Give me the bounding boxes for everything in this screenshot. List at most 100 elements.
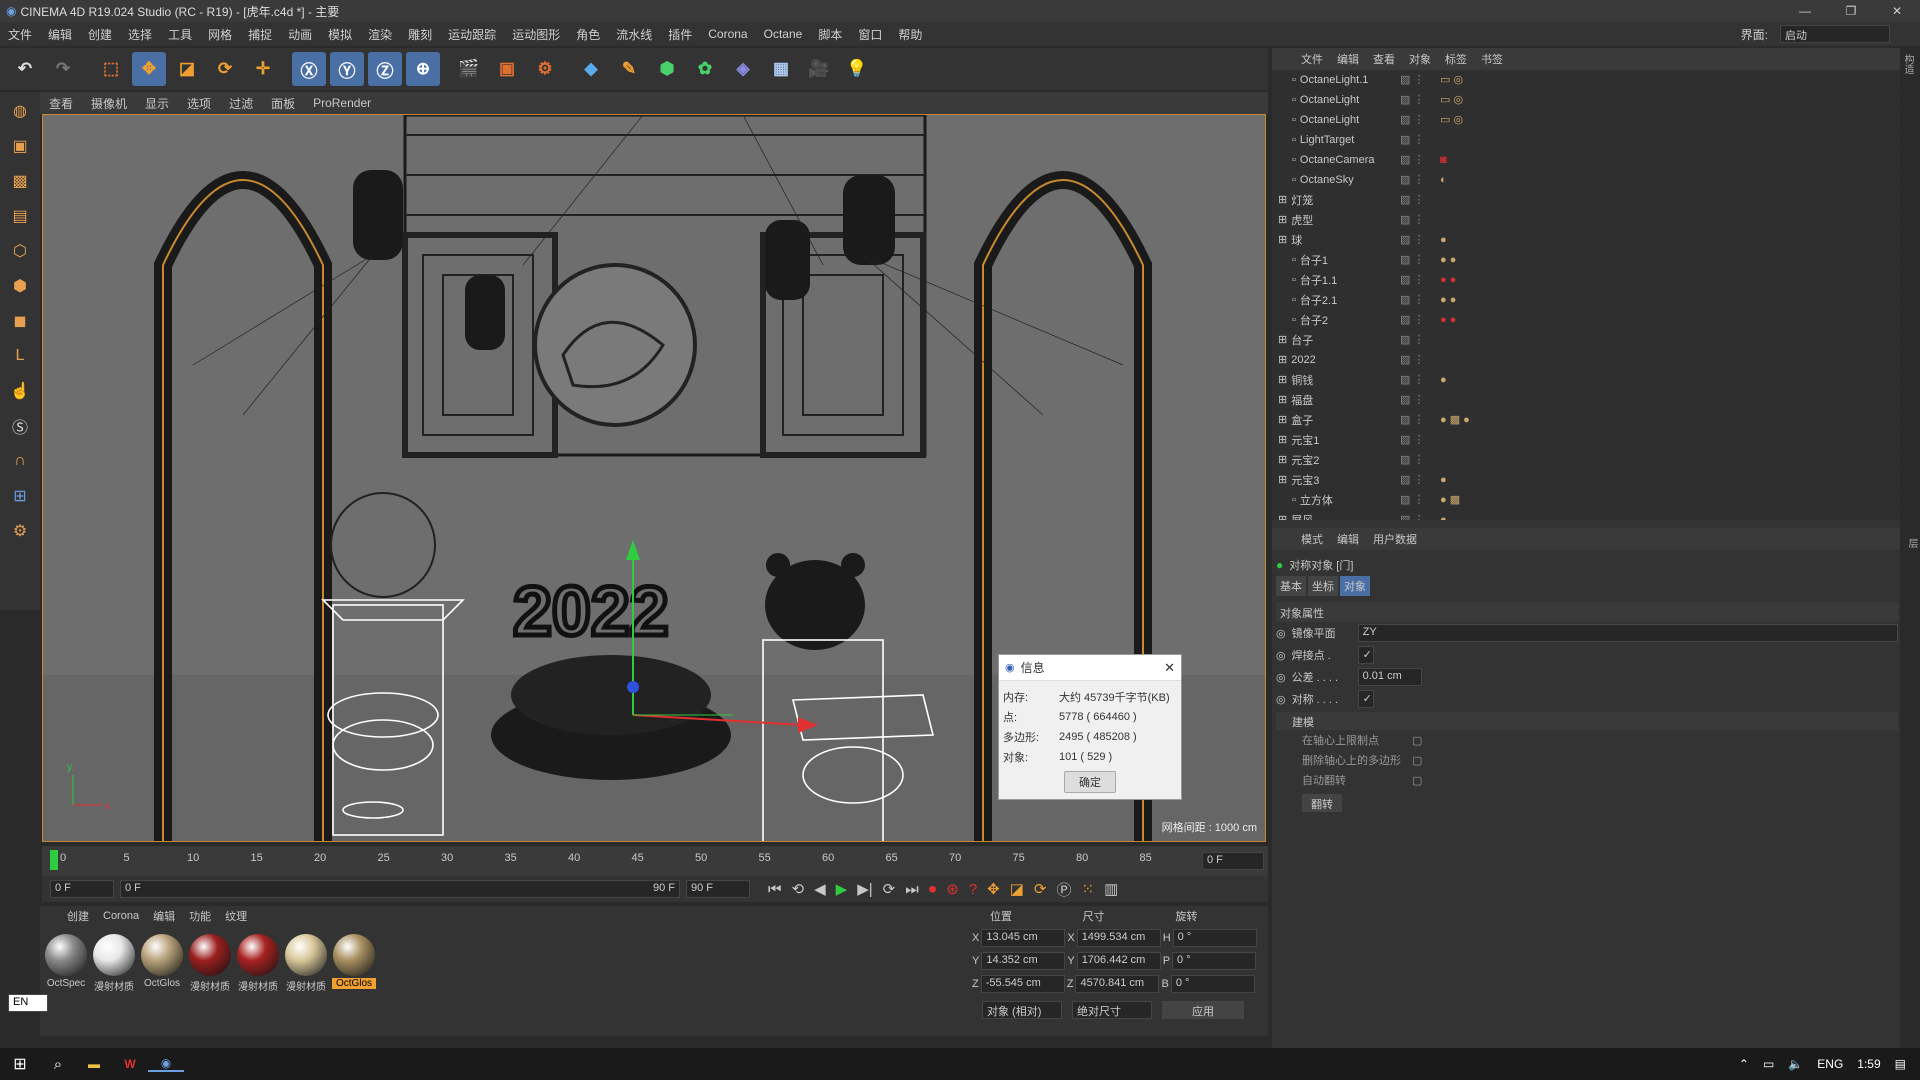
- tag-mat2-icon[interactable]: ● ●: [1440, 294, 1456, 306]
- tag-light-icon[interactable]: ▭ ◎: [1440, 113, 1463, 126]
- restore-button[interactable]: ❐: [1828, 4, 1874, 18]
- key-scale-icon[interactable]: ◪: [1010, 880, 1024, 898]
- tag-camera-icon[interactable]: ◙: [1440, 154, 1447, 166]
- object-menu-item[interactable]: 文件: [1294, 51, 1330, 67]
- side-tab[interactable]: 内容浏览器: [1915, 54, 1920, 104]
- object-row[interactable]: ⊞ 铜钱 ▧ ⋮ ●: [1272, 370, 1902, 390]
- attr-field-value[interactable]: ✓: [1357, 690, 1374, 708]
- light-icon[interactable]: 💡: [840, 52, 874, 86]
- visibility-toggle[interactable]: ▧ ⋮: [1400, 133, 1440, 146]
- object-menu-item[interactable]: 书签: [1474, 51, 1510, 67]
- key-rotate-icon[interactable]: ⟳: [1034, 880, 1047, 898]
- object-row[interactable]: ⊞ 2022 ▧ ⋮: [1272, 350, 1902, 370]
- tag-mat-icon[interactable]: ●: [1440, 474, 1447, 486]
- volume-icon[interactable]: 🔈: [1788, 1057, 1803, 1071]
- timeline-playhead[interactable]: [50, 850, 58, 870]
- viewport-menu-item[interactable]: ProRender: [304, 96, 380, 110]
- cloner-icon[interactable]: ✿: [688, 52, 722, 86]
- visibility-toggle[interactable]: ▧ ⋮: [1400, 233, 1440, 246]
- frame-range-slider[interactable]: 0 F 90 F: [120, 880, 680, 898]
- menu-item[interactable]: 选择: [120, 26, 160, 43]
- side-tab[interactable]: 构造: [1900, 54, 1915, 104]
- interface-select[interactable]: 启动: [1780, 25, 1890, 43]
- sculpt-icon[interactable]: ⚙: [3, 515, 37, 547]
- object-row[interactable]: ⊞ 盒子 ▧ ⋮ ● ▩ ●: [1272, 410, 1902, 430]
- material-swatch[interactable]: OctGlos: [140, 934, 184, 994]
- points-mode-icon[interactable]: ⬡: [3, 235, 37, 267]
- menu-item[interactable]: 捕捉: [240, 26, 280, 43]
- tag-light-icon[interactable]: ▭ ◎: [1440, 73, 1463, 86]
- key-param-icon[interactable]: Ⓟ: [1057, 879, 1072, 900]
- menu-item[interactable]: 工具: [160, 26, 200, 43]
- visibility-toggle[interactable]: ▧ ⋮: [1400, 213, 1440, 226]
- menu-item[interactable]: 运动跟踪: [440, 26, 504, 43]
- material-swatch[interactable]: 漫射材质: [92, 934, 136, 994]
- wps-icon[interactable]: W: [112, 1057, 148, 1071]
- minimize-button[interactable]: —: [1782, 4, 1828, 18]
- edges-mode-icon[interactable]: ⬢: [3, 270, 37, 302]
- polygons-mode-icon[interactable]: ◼: [3, 305, 37, 337]
- live-move-icon[interactable]: ✛: [246, 52, 280, 86]
- key-pla-icon[interactable]: ⁙: [1082, 880, 1095, 898]
- visibility-toggle[interactable]: ▧ ⋮: [1400, 473, 1440, 486]
- windows-start-icon[interactable]: ⊞: [0, 1054, 40, 1074]
- tag-mat2-icon[interactable]: ● ●: [1440, 254, 1456, 266]
- camera-icon[interactable]: 🎥: [802, 52, 836, 86]
- attr-checkbox[interactable]: ▢: [1412, 734, 1422, 747]
- viewport-menu-item[interactable]: 过滤: [220, 95, 262, 112]
- x-axis-icon[interactable]: Ⓧ: [292, 52, 326, 86]
- material-menu-item[interactable]: 纹理: [218, 908, 254, 924]
- material-swatch[interactable]: 漫射材质: [188, 934, 232, 994]
- coord-field[interactable]: 0 °: [1172, 928, 1257, 947]
- object-row[interactable]: ⊞ 虎型 ▧ ⋮: [1272, 210, 1902, 230]
- menu-item[interactable]: 脚本: [810, 26, 850, 43]
- visibility-toggle[interactable]: ▧ ⋮: [1400, 333, 1440, 346]
- network-icon[interactable]: ▭: [1763, 1057, 1774, 1071]
- render-settings-icon[interactable]: ⚙: [528, 52, 562, 86]
- tag-mat-icon[interactable]: ●: [1440, 374, 1447, 386]
- rotate-icon[interactable]: ⟳: [208, 52, 242, 86]
- model-mode-icon[interactable]: ▣: [3, 130, 37, 162]
- make-editable-icon[interactable]: ◍: [3, 95, 37, 127]
- coord-field[interactable]: 1499.534 cm: [1076, 928, 1161, 947]
- object-row[interactable]: ▫ 台子2 ▧ ⋮ ● ●: [1272, 310, 1902, 330]
- play-icon[interactable]: ▶: [836, 880, 848, 898]
- object-menu-item[interactable]: 编辑: [1330, 51, 1366, 67]
- viewport-menu-item[interactable]: 选项: [178, 95, 220, 112]
- visibility-toggle[interactable]: ▧ ⋮: [1400, 493, 1440, 506]
- ime-indicator[interactable]: EN: [8, 994, 48, 1012]
- auto-key-icon[interactable]: ⊛: [946, 880, 959, 898]
- object-row[interactable]: ⊞ 球 ▧ ⋮ ●: [1272, 230, 1902, 250]
- keyframe-help-icon[interactable]: ?: [969, 881, 977, 898]
- menu-item[interactable]: 角色: [568, 26, 608, 43]
- coord-field[interactable]: 4570.841 cm: [1075, 974, 1160, 993]
- coord-field[interactable]: 0 °: [1172, 951, 1257, 970]
- viewport-menu-item[interactable]: 查看: [40, 95, 82, 112]
- start-frame-field[interactable]: 0 F: [50, 880, 114, 898]
- object-row[interactable]: ▫ 台子1 ▧ ⋮ ● ●: [1272, 250, 1902, 270]
- object-menu-item[interactable]: 查看: [1366, 51, 1402, 67]
- coord-field[interactable]: 14.352 cm: [981, 951, 1066, 970]
- attr-radio-icon[interactable]: ◎: [1276, 627, 1286, 640]
- object-menu-item[interactable]: 标签: [1438, 51, 1474, 67]
- material-menu-item[interactable]: 创建: [60, 908, 96, 924]
- object-row[interactable]: ⊞屏风▧ ⋮●: [1272, 510, 1902, 521]
- visibility-toggle[interactable]: ▧ ⋮: [1400, 313, 1440, 326]
- menu-item[interactable]: 动画: [280, 26, 320, 43]
- object-row[interactable]: ⊞ 台子 ▧ ⋮: [1272, 330, 1902, 350]
- menu-item[interactable]: Octane: [756, 27, 811, 41]
- attr-field-value[interactable]: ✓: [1357, 646, 1374, 664]
- menu-item[interactable]: 插件: [660, 26, 700, 43]
- menu-item[interactable]: 创建: [80, 26, 120, 43]
- render-picture-icon[interactable]: ▣: [490, 52, 524, 86]
- next-frame-icon[interactable]: ▶|: [857, 880, 872, 898]
- visibility-toggle[interactable]: ▧ ⋮: [1400, 393, 1440, 406]
- menu-item[interactable]: 流水线: [608, 26, 660, 43]
- visibility-toggle[interactable]: ▧ ⋮: [1400, 433, 1440, 446]
- attr-field-value[interactable]: 0.01 cm: [1357, 668, 1422, 686]
- magnet-icon[interactable]: ∩: [3, 445, 37, 477]
- visibility-toggle[interactable]: ▧ ⋮: [1400, 513, 1440, 520]
- menu-item[interactable]: 窗口: [850, 26, 890, 43]
- attr-checkbox[interactable]: ▢: [1412, 754, 1422, 767]
- object-row[interactable]: ▫ OctaneLight ▧ ⋮ ▭ ◎: [1272, 90, 1902, 110]
